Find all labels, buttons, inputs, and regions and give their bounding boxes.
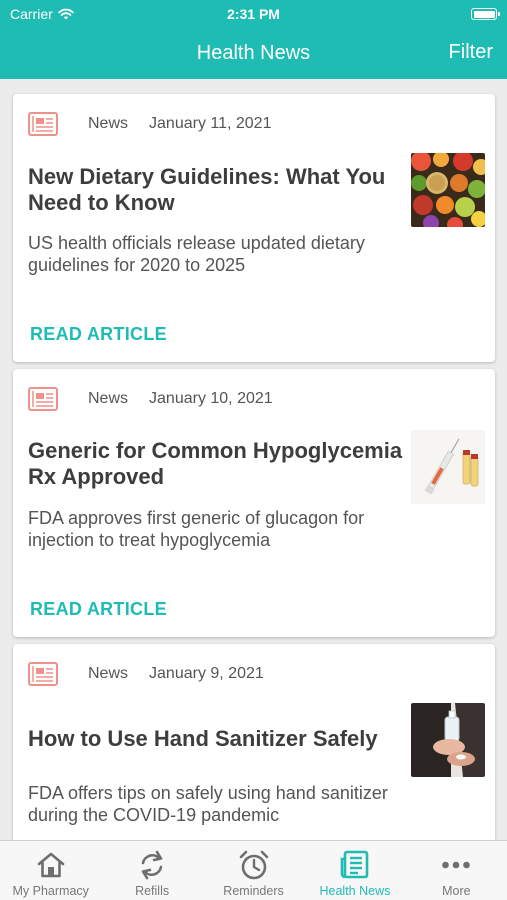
newspaper-icon: [28, 662, 58, 686]
article-card: News January 9, 2021 How to Use Hand San…: [13, 644, 495, 840]
syringe-vials-image: [411, 430, 485, 504]
tab-bar: My Pharmacy Refills Reminders Health New…: [0, 840, 507, 900]
article-meta: News January 11, 2021: [28, 111, 271, 137]
article-title[interactable]: Generic for Common Hypoglycemia Rx Appro…: [28, 438, 403, 490]
article-date: January 10, 2021: [149, 390, 273, 407]
article-card: News January 11, 2021 New Dietary Guidel…: [13, 94, 495, 362]
tab-label: More: [442, 884, 471, 898]
article-title[interactable]: How to Use Hand Sanitizer Safely: [28, 726, 403, 752]
article-date: January 11, 2021: [149, 115, 272, 132]
article-thumbnail[interactable]: [411, 153, 485, 227]
article-description: US health officials release updated diet…: [28, 233, 365, 275]
article-description: FDA offers tips on safely using hand san…: [28, 783, 388, 825]
tab-more[interactable]: More: [406, 841, 507, 900]
tab-health-news[interactable]: Health News: [304, 841, 405, 900]
nav-header: Carrier 2:31 PM Health News Filter: [0, 0, 507, 79]
newspaper-icon: [28, 112, 58, 136]
article-title[interactable]: New Dietary Guidelines: What You Need to…: [28, 164, 403, 216]
article-meta: News January 9, 2021: [28, 661, 264, 687]
article-category: News: [88, 390, 129, 407]
tab-reminders[interactable]: Reminders: [203, 841, 304, 900]
refresh-icon: [141, 850, 163, 880]
tab-label: Refills: [135, 884, 170, 898]
tab-label: My Pharmacy: [12, 884, 89, 898]
article-category: News: [88, 115, 129, 132]
article-card: News January 10, 2021 Generic for Common…: [13, 369, 495, 637]
battery-icon: [471, 8, 500, 20]
tab-label: Reminders: [223, 884, 284, 898]
newspaper-icon: [340, 850, 369, 879]
article-thumbnail[interactable]: [411, 430, 485, 504]
article-meta: News January 10, 2021: [28, 386, 273, 412]
tab-my-pharmacy[interactable]: My Pharmacy: [0, 841, 101, 900]
read-article-link[interactable]: READ ARTICLE: [30, 324, 167, 345]
tab-label: Health News: [319, 884, 391, 898]
status-bar: Carrier 2:31 PM: [0, 0, 507, 28]
page-title: Health News: [196, 42, 311, 64]
home-icon: [37, 852, 65, 878]
filter-button[interactable]: Filter: [449, 41, 493, 64]
article-description: FDA approves first generic of glucagon f…: [28, 508, 365, 550]
article-date: January 9, 2021: [149, 665, 264, 682]
status-time: 2:31 PM: [227, 6, 280, 22]
news-feed[interactable]: News January 11, 2021 New Dietary Guidel…: [0, 79, 507, 840]
more-dots-icon: [442, 861, 471, 869]
tab-refills[interactable]: Refills: [101, 841, 202, 900]
article-category: News: [88, 665, 129, 682]
vegetables-fruits-image: [411, 153, 485, 227]
alarm-clock-icon: [239, 850, 268, 880]
article-thumbnail[interactable]: [411, 703, 485, 777]
read-article-link[interactable]: READ ARTICLE: [30, 599, 167, 620]
hand-sanitizer-image: [411, 703, 485, 777]
newspaper-icon: [28, 387, 58, 411]
